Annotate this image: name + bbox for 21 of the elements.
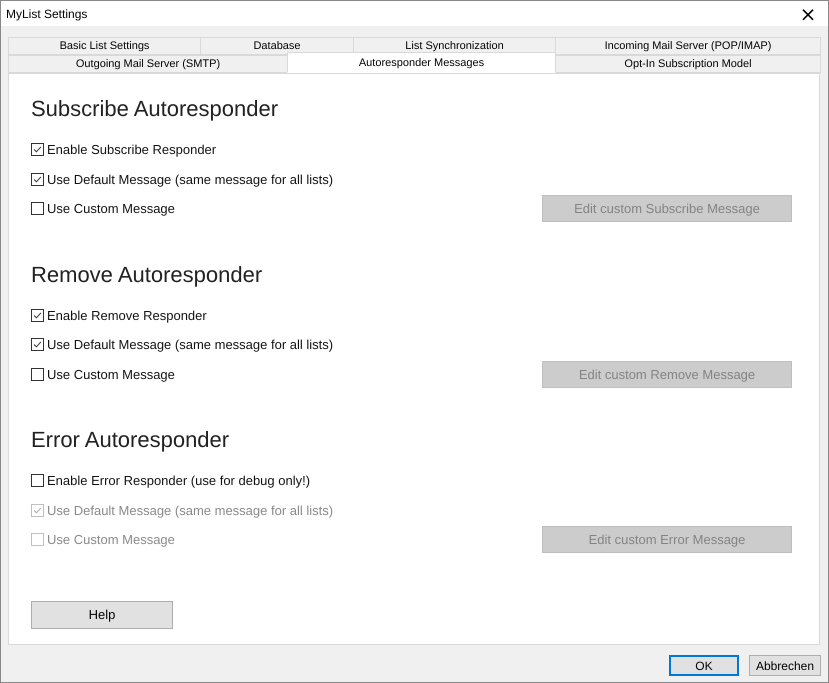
checkbox[interactable]: Use Default Message (same message for all lists)	[31, 337, 334, 352]
help-button[interactable]: Help	[31, 600, 173, 628]
checkbox[interactable]: Use Custom Message	[31, 201, 175, 216]
checkbox[interactable]: Enable Remove Responder	[31, 308, 207, 323]
section-heading: Remove Autoresponder	[31, 262, 264, 288]
tab[interactable]: Basic List Settings	[8, 37, 201, 55]
section-heading: Subscribe Autoresponder	[31, 96, 280, 122]
checkbox[interactable]: Use Default Message (same message for all lists)	[31, 172, 334, 187]
tab[interactable]: Autoresponder Messages	[287, 52, 556, 73]
checkbox[interactable]: Enable Error Responder (use for debug only!)	[31, 473, 310, 488]
section-heading: Error Autoresponder	[31, 427, 230, 453]
close-button[interactable]: ×	[788, 1, 828, 26]
checkbox[interactable]: Enable Subscribe Responder	[31, 142, 216, 158]
window-title: MyList Settings	[6, 6, 88, 20]
tab[interactable]: Outgoing Mail Server (SMTP)	[8, 55, 288, 73]
tab[interactable]: Database	[200, 37, 354, 55]
ok-button[interactable]: OK	[668, 655, 739, 676]
tab[interactable]: Incoming Mail Server (POP/IMAP)	[555, 37, 821, 55]
cancel-button[interactable]: Abbrechen	[748, 655, 821, 676]
tab[interactable]: Opt-In Subscription Model	[555, 55, 821, 73]
checkbox[interactable]: Use Custom Message	[31, 366, 175, 382]
